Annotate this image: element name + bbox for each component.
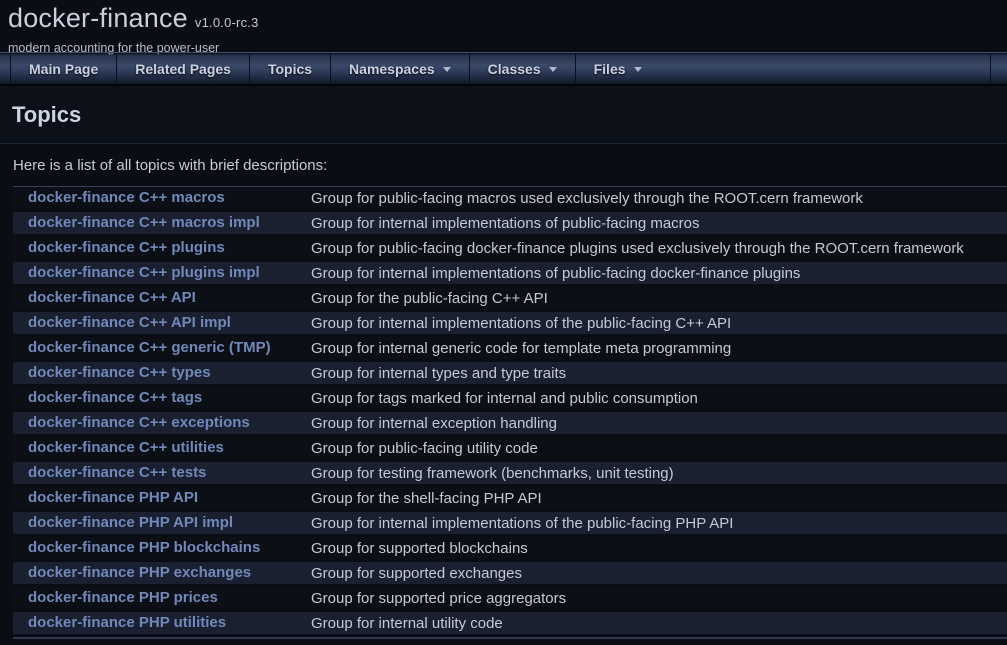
topic-name-cell: docker-finance C++ utilities xyxy=(13,439,311,457)
topics-table: docker-finance C++ macros Group for publi… xyxy=(13,186,1007,639)
topic-link[interactable]: docker-finance C++ tags xyxy=(28,389,202,406)
table-row: docker-finance C++ plugins impl Group for… xyxy=(13,262,1007,284)
topic-name-cell: docker-finance C++ types xyxy=(13,364,311,382)
table-row: docker-finance C++ macros Group for publi… xyxy=(13,187,1007,209)
topic-name-cell: docker-finance C++ generic (TMP) xyxy=(13,339,311,357)
topic-description: Group for supported blockchains xyxy=(311,540,1007,557)
topic-link[interactable]: docker-finance C++ API xyxy=(28,289,196,306)
tab-label: Related Pages xyxy=(135,61,231,77)
topic-name-cell: docker-finance C++ plugins impl xyxy=(13,264,311,282)
project-name: docker-finance v1.0.0-rc.3 xyxy=(8,3,1007,38)
topic-description: Group for internal implementations of th… xyxy=(311,315,1007,332)
page-header: Topics xyxy=(0,86,1007,144)
table-row: docker-finance C++ utilities Group for pu… xyxy=(13,437,1007,459)
topic-description: Group for the shell-facing PHP API xyxy=(311,490,1007,507)
topic-link[interactable]: docker-finance C++ generic (TMP) xyxy=(28,339,271,356)
topic-link[interactable]: docker-finance C++ tests xyxy=(28,464,206,481)
topic-description: Group for supported price aggregators xyxy=(311,590,1007,607)
topic-name-cell: docker-finance C++ API xyxy=(13,289,311,307)
table-row: docker-finance PHP utilities Group for in… xyxy=(13,612,1007,634)
topic-description: Group for public-facing utility code xyxy=(311,440,1007,457)
table-row: docker-finance C++ exceptions Group for i… xyxy=(13,412,1007,434)
topic-name-cell: docker-finance PHP utilities xyxy=(13,614,311,632)
topic-description: Group for internal implementations of th… xyxy=(311,515,1007,532)
title-area: docker-financev1.0.0-rc.3 modern account… xyxy=(0,0,1007,52)
topic-link[interactable]: docker-finance PHP blockchains xyxy=(28,539,260,556)
topic-description: Group for internal exception handling xyxy=(311,415,1007,432)
tab-topics[interactable]: Topics xyxy=(249,53,330,84)
tab-label: Main Page xyxy=(29,61,98,77)
table-row: docker-finance C++ API impl Group for int… xyxy=(13,312,1007,334)
chevron-down-icon xyxy=(549,67,557,72)
topic-link[interactable]: docker-finance C++ exceptions xyxy=(28,414,250,431)
tab-classes[interactable]: Classes xyxy=(469,53,575,84)
tab-related-pages[interactable]: Related Pages xyxy=(116,53,249,84)
topic-link[interactable]: docker-finance C++ macros impl xyxy=(28,214,260,231)
topic-name-cell: docker-finance C++ exceptions xyxy=(13,414,311,432)
table-row: docker-finance C++ tests Group for testin… xyxy=(13,462,1007,484)
next-row-partial-edge xyxy=(13,637,1007,639)
table-row: docker-finance C++ macros impl Group for … xyxy=(13,212,1007,234)
topic-link[interactable]: docker-finance PHP prices xyxy=(28,589,218,606)
project-name-text: docker-finance xyxy=(8,3,188,33)
topic-link[interactable]: docker-finance C++ plugins xyxy=(28,239,225,256)
topic-name-cell: docker-finance PHP API xyxy=(13,489,311,507)
topic-name-cell: docker-finance C++ API impl xyxy=(13,314,311,332)
topic-name-cell: docker-finance PHP exchanges xyxy=(13,564,311,582)
table-row: docker-finance PHP prices Group for suppo… xyxy=(13,587,1007,609)
tab-label: Topics xyxy=(268,61,312,77)
tab-files[interactable]: Files xyxy=(575,53,660,84)
topic-name-cell: docker-finance C++ tests xyxy=(13,464,311,482)
navbar: Main Page Related Pages Topics Namespaces Cl… xyxy=(0,52,1007,86)
tab-label: Files xyxy=(594,61,626,77)
topic-name-cell: docker-finance PHP API impl xyxy=(13,514,311,532)
topic-link[interactable]: docker-finance C++ API impl xyxy=(28,314,231,331)
table-row: docker-finance PHP blockchains Group for … xyxy=(13,537,1007,559)
topic-description: Group for testing framework (benchmarks,… xyxy=(311,465,1007,482)
table-row: docker-finance PHP API impl Group for int… xyxy=(13,512,1007,534)
topic-link[interactable]: docker-finance C++ plugins impl xyxy=(28,264,260,281)
topic-description: Group for public-facing macros used excl… xyxy=(311,190,1007,207)
table-row: docker-finance PHP exchanges Group for su… xyxy=(13,562,1007,584)
topic-link[interactable]: docker-finance PHP API impl xyxy=(28,514,233,531)
topic-link[interactable]: docker-finance C++ utilities xyxy=(28,439,224,456)
topic-name-cell: docker-finance C++ tags xyxy=(13,389,311,407)
topic-description: Group for internal utility code xyxy=(311,615,1007,632)
table-row: docker-finance C++ tags Group for tags ma… xyxy=(13,387,1007,409)
tab-label: Namespaces xyxy=(349,61,435,77)
page-title: Topics xyxy=(12,102,992,128)
topic-name-cell: docker-finance C++ plugins xyxy=(13,239,311,257)
topic-description: Group for internal generic code for temp… xyxy=(311,340,1007,357)
topic-description: Group for internal implementations of pu… xyxy=(311,215,1007,232)
topic-link[interactable]: docker-finance PHP utilities xyxy=(28,614,226,631)
table-row: docker-finance C++ plugins Group for publ… xyxy=(13,237,1007,259)
tab-namespaces[interactable]: Namespaces xyxy=(330,53,469,84)
tab-main-page[interactable]: Main Page xyxy=(10,53,116,84)
tab-label: Classes xyxy=(488,61,541,77)
topic-description: Group for internal implementations of pu… xyxy=(311,265,1007,282)
table-row: docker-finance PHP API Group for the shel… xyxy=(13,487,1007,509)
project-version: v1.0.0-rc.3 xyxy=(195,15,259,30)
topic-name-cell: docker-finance PHP blockchains xyxy=(13,539,311,557)
topic-description: Group for the public-facing C++ API xyxy=(311,290,1007,307)
table-row: docker-finance C++ types Group for intern… xyxy=(13,362,1007,384)
topic-link[interactable]: docker-finance PHP API xyxy=(28,489,198,506)
topic-description: Group for public-facing docker-finance p… xyxy=(311,240,1007,257)
topic-description: Group for tags marked for internal and p… xyxy=(311,390,1007,407)
topic-name-cell: docker-finance C++ macros impl xyxy=(13,214,311,232)
table-row: docker-finance C++ generic (TMP) Group fo… xyxy=(13,337,1007,359)
chevron-down-icon xyxy=(443,67,451,72)
intro-text: Here is a list of all topics with brief … xyxy=(13,157,1007,174)
table-row: docker-finance C++ API Group for the publ… xyxy=(13,287,1007,309)
topic-description: Group for supported exchanges xyxy=(311,565,1007,582)
topic-link[interactable]: docker-finance PHP exchanges xyxy=(28,564,251,581)
navbar-right-separator xyxy=(990,53,991,84)
topic-description: Group for internal types and type traits xyxy=(311,365,1007,382)
topic-name-cell: docker-finance C++ macros xyxy=(13,189,311,207)
contents: Here is a list of all topics with brief … xyxy=(0,144,1007,639)
topic-link[interactable]: docker-finance C++ macros xyxy=(28,189,225,206)
chevron-down-icon xyxy=(634,67,642,72)
topic-link[interactable]: docker-finance C++ types xyxy=(28,364,211,381)
topic-name-cell: docker-finance PHP prices xyxy=(13,589,311,607)
